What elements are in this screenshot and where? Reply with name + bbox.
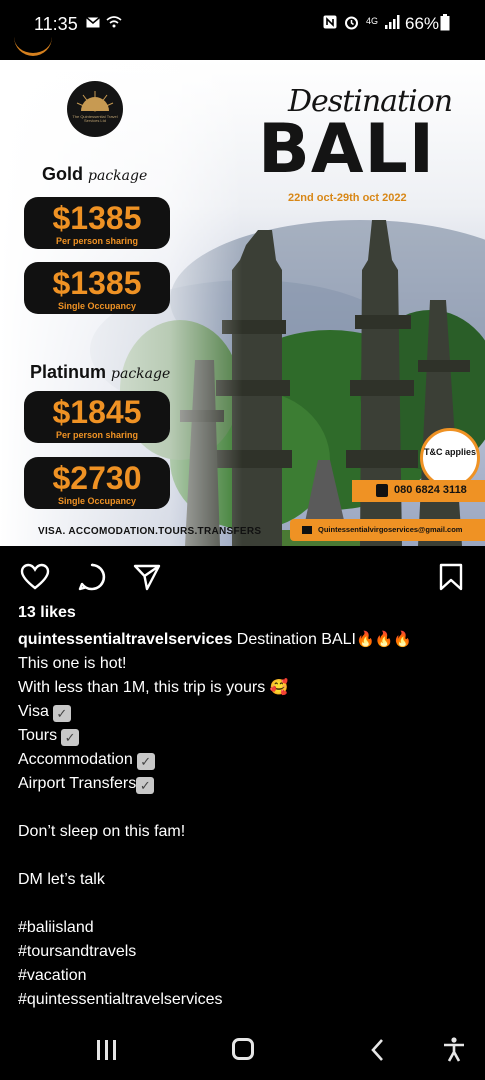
home-icon[interactable] (232, 1038, 254, 1060)
battery-percent: 66% (405, 14, 440, 33)
caption-line: This one is hot! (18, 655, 127, 672)
signal-icon (385, 15, 401, 32)
checkmark-icon: ✓ (136, 777, 155, 794)
gold-price-sharing: $1385 Per person sharing (24, 197, 170, 249)
platinum-heading-script: package (111, 366, 171, 382)
price-label: Single Occupancy (57, 496, 137, 506)
hashtag[interactable]: #vacation (18, 964, 478, 988)
price-amount: $2730 (52, 460, 142, 496)
checkmark-icon: ✓ (52, 705, 71, 722)
fire-icon: 🔥🔥🔥 (355, 631, 413, 648)
nfc-icon (323, 15, 337, 32)
alarm-icon (344, 15, 359, 33)
platinum-heading-bold: Platinum (30, 362, 107, 382)
likes-count[interactable]: 13 likes (18, 604, 76, 622)
phone-icon (376, 484, 388, 497)
gold-price-single: $1385 Single Occupancy (24, 262, 170, 314)
accessibility-icon[interactable] (441, 1036, 467, 1067)
price-label: Per person sharing (55, 236, 139, 246)
status-time: 11:35 (34, 14, 78, 34)
phone-number: 080 6824 3118 (394, 484, 467, 496)
mail-icon (302, 526, 312, 534)
phone-bar: 080 6824 3118 (352, 480, 485, 502)
checkmark-icon: ✓ (61, 729, 80, 746)
battery-icon (440, 14, 450, 34)
sunburst-icon (76, 91, 114, 112)
hashtag[interactable]: #baliisland (18, 916, 478, 940)
post-caption: quintessentialtravelservices Destination… (18, 628, 478, 1012)
caption-line: Tours ✓ (18, 724, 478, 748)
caption-title-text: Destination BALI (236, 631, 356, 648)
profile-avatar-partial[interactable] (14, 36, 52, 56)
smiling-face-hearts-icon: 🥰 (269, 679, 289, 696)
mail-icon (86, 15, 100, 31)
system-nav-bar (0, 1018, 485, 1080)
trip-dates: 22nd oct-29th oct 2022 (288, 192, 407, 204)
price-amount: $1385 (52, 200, 142, 236)
gold-package-heading: Gold package (42, 164, 147, 185)
price-amount: $1385 (52, 265, 142, 301)
bookmark-icon[interactable] (436, 562, 466, 592)
status-bar: 11:35 4G 66% (0, 0, 485, 56)
platinum-package-heading: Platinum package (30, 362, 170, 383)
caption-username[interactable]: quintessentialtravelservices (18, 631, 232, 648)
gold-heading-bold: Gold (42, 164, 83, 184)
caption-line (18, 844, 478, 868)
recents-icon[interactable] (97, 1040, 119, 1060)
caption-line (18, 892, 478, 916)
brand-logo-text: The Quintessential Travel Services Ltd (72, 114, 118, 124)
caption-line: Accommodation ✓ (18, 748, 478, 772)
back-icon[interactable] (370, 1038, 384, 1067)
platinum-price-sharing: $1845 Per person sharing (24, 391, 170, 443)
hashtag[interactable]: #quintessentialtravelservices (18, 988, 478, 1012)
checkmark-icon: ✓ (136, 753, 155, 770)
hashtag[interactable]: #toursandtravels (18, 940, 478, 964)
tc-badge: T&C applies (420, 428, 480, 488)
caption-line: DM let’s talk (18, 871, 105, 888)
4g-icon: 4G (366, 16, 379, 26)
caption-line (18, 796, 478, 820)
price-label: Single Occupancy (57, 301, 137, 311)
price-amount: $1845 (52, 394, 142, 430)
caption-line: With less than 1M, this trip is yours 🥰 (18, 676, 478, 700)
post-image[interactable]: The Quintessential Travel Services Ltd D… (0, 60, 485, 546)
platinum-price-single: $2730 Single Occupancy (24, 457, 170, 509)
caption-first-line: quintessentialtravelservices Destination… (18, 628, 478, 652)
gold-heading-script: package (88, 168, 148, 184)
heart-icon[interactable] (20, 562, 50, 592)
caption-line: Visa ✓ (18, 700, 478, 724)
services-line: VISA. ACCOMODATION.TOURS.TRANSFERS (38, 526, 262, 537)
comment-icon[interactable] (77, 562, 107, 592)
email-address: Quintessentialvirgoservices@gmail.com (318, 525, 463, 534)
brand-logo: The Quintessential Travel Services Ltd (67, 81, 123, 137)
share-icon[interactable] (132, 562, 162, 592)
caption-line: Airport Transfers ✓ (18, 772, 478, 796)
wifi-calling-icon (106, 15, 122, 31)
caption-line: Don’t sleep on this fam! (18, 823, 186, 840)
destination-main-title: BALI (258, 110, 436, 189)
price-label: Per person sharing (55, 430, 139, 440)
email-bar: Quintessentialvirgoservices@gmail.com (290, 519, 485, 541)
